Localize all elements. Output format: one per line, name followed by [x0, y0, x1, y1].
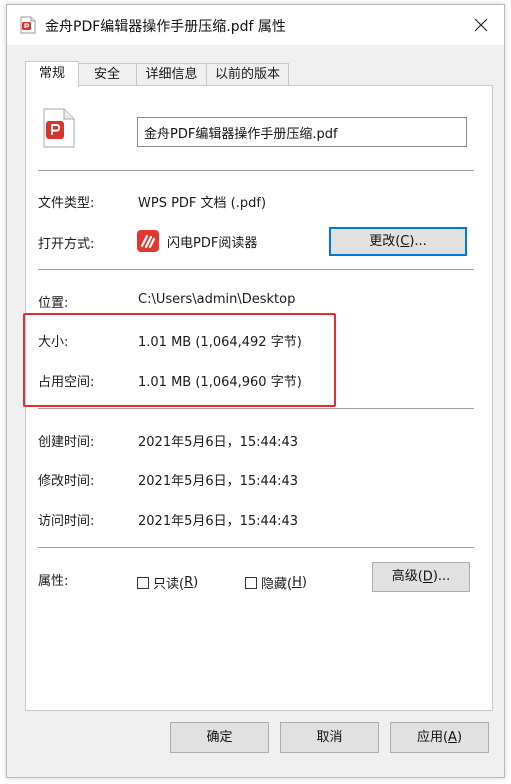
- divider: [38, 269, 474, 270]
- close-icon: [474, 18, 488, 32]
- cancel-button[interactable]: 取消: [280, 722, 379, 753]
- advanced-button-suffix: )...: [432, 569, 451, 584]
- change-button-text: 更改(: [369, 234, 401, 249]
- file-type-label: 文件类型:: [38, 196, 95, 211]
- created-label: 创建时间:: [38, 435, 95, 450]
- size-label: 大小:: [38, 335, 69, 350]
- apply-button-text: 应用(: [416, 730, 449, 745]
- divider: [38, 547, 474, 548]
- readonly-hotkey: R: [184, 575, 194, 590]
- readonly-checkbox[interactable]: 只读(R): [137, 573, 199, 592]
- apply-button-hotkey: A: [448, 730, 457, 745]
- size-on-disk-value: 1.01 MB (1,064,960 字节): [138, 375, 302, 390]
- location-value: C:\Users\admin\Desktop: [138, 292, 296, 307]
- change-button-hotkey: C: [400, 234, 410, 249]
- file-type-value: WPS PDF 文档 (.pdf): [138, 196, 267, 211]
- location-label: 位置:: [38, 296, 69, 311]
- accessed-label: 访问时间:: [38, 514, 95, 529]
- properties-dialog: 金舟PDF编辑器操作手册压缩.pdf 属性 常规 安全 详细信息 以前的版本 文…: [6, 4, 505, 778]
- readonly-checkbox-box[interactable]: [137, 576, 149, 589]
- accessed-value: 2021年5月6日，15:44:43: [138, 514, 299, 529]
- pdf-title-icon: [20, 16, 36, 34]
- size-value: 1.01 MB (1,064,492 字节): [138, 335, 302, 350]
- hidden-suffix: ): [301, 575, 307, 590]
- advanced-button-text: 高级(: [391, 569, 423, 584]
- hidden-checkbox-box[interactable]: [245, 576, 257, 589]
- close-button[interactable]: [458, 5, 504, 45]
- hidden-hotkey: H: [292, 575, 302, 590]
- change-button-suffix: )...: [409, 234, 427, 249]
- hidden-checkbox[interactable]: 隐藏(H): [245, 573, 307, 592]
- apply-button-suffix: ): [456, 730, 463, 745]
- modified-label: 修改时间:: [38, 474, 95, 489]
- readonly-suffix: ): [193, 575, 199, 590]
- size-on-disk-label: 占用空间:: [38, 375, 95, 390]
- flash-pdf-reader-icon: [137, 230, 159, 252]
- filename-field[interactable]: [137, 117, 467, 147]
- attributes-label: 属性:: [38, 574, 69, 589]
- open-with-value: 闪电PDF阅读器: [167, 236, 258, 251]
- ok-button[interactable]: 确定: [170, 722, 269, 753]
- divider: [38, 408, 474, 409]
- window-title: 金舟PDF编辑器操作手册压缩.pdf 属性: [45, 19, 286, 35]
- hidden-text: 隐藏(: [261, 577, 293, 592]
- modified-value: 2021年5月6日，15:44:43: [138, 474, 299, 489]
- tab-previous-versions[interactable]: 以前的版本: [206, 63, 289, 86]
- advanced-button[interactable]: 高级(D)...: [372, 562, 470, 592]
- tab-general[interactable]: 常规: [25, 61, 79, 87]
- general-panel: 文件类型: WPS PDF 文档 (.pdf) 打开方式: 闪电PDF阅读器 更…: [25, 85, 493, 711]
- tab-details[interactable]: 详细信息: [136, 63, 207, 86]
- tab-security[interactable]: 安全: [77, 63, 137, 86]
- pdf-file-icon: [43, 108, 75, 148]
- change-button[interactable]: 更改(C)...: [329, 227, 467, 256]
- apply-button[interactable]: 应用(A): [390, 722, 489, 753]
- readonly-text: 只读(: [153, 577, 185, 592]
- created-value: 2021年5月6日，15:44:43: [138, 435, 299, 450]
- open-with-label: 打开方式:: [38, 237, 95, 252]
- title-bar: 金舟PDF编辑器操作手册压缩.pdf 属性: [7, 5, 504, 45]
- advanced-button-hotkey: D: [422, 569, 433, 585]
- divider: [38, 170, 474, 171]
